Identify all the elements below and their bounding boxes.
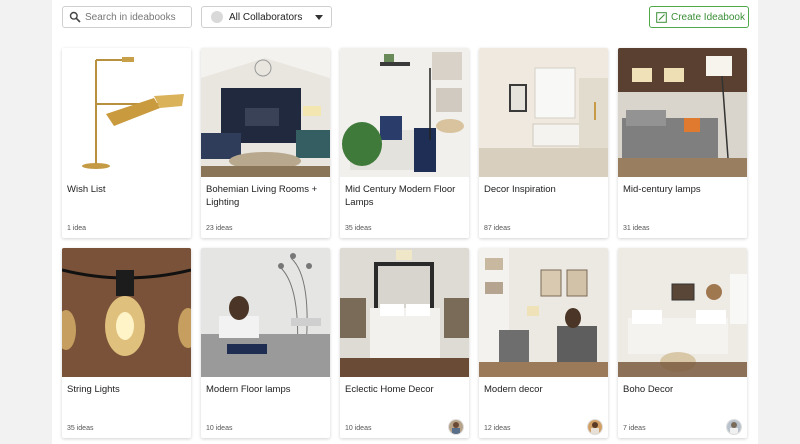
floor-lamp-photo xyxy=(62,48,191,177)
collaborator-avatar xyxy=(726,419,742,435)
ideabook-card[interactable]: Eclectic Home Decor 10 ideas xyxy=(340,248,469,438)
collaborator-avatar xyxy=(587,419,603,435)
modern-decor-photo xyxy=(479,248,608,377)
ideabook-card[interactable]: Mid Century Modern Floor Lamps 35 ideas xyxy=(340,48,469,238)
ideabook-card[interactable]: Modern decor 12 ideas xyxy=(479,248,608,438)
search-icon xyxy=(69,11,81,23)
collaborators-dropdown[interactable]: All Collaborators xyxy=(201,6,332,28)
ideabook-card[interactable]: String Lights 35 ideas xyxy=(62,248,191,438)
ideabook-thumbnail xyxy=(340,248,469,377)
search-input[interactable] xyxy=(85,9,189,25)
ideabook-title: Modern decor xyxy=(484,384,543,395)
ideabook-count: 87 ideas xyxy=(484,225,511,232)
ideabook-count: 31 ideas xyxy=(623,225,650,232)
ideabook-title: Mid-century lamps xyxy=(623,184,701,195)
ideabook-card[interactable]: Modern Floor lamps 10 ideas xyxy=(201,248,330,438)
ideabook-count: 35 ideas xyxy=(67,425,94,432)
ideabook-thumbnail xyxy=(201,248,330,377)
user-avatar-icon xyxy=(588,420,602,434)
ideabook-thumbnail xyxy=(201,48,330,177)
eclectic-bedroom-photo xyxy=(340,248,469,377)
boho-decor-photo xyxy=(618,248,747,377)
bathroom-decor-photo xyxy=(479,48,608,177)
ideabook-count: 35 ideas xyxy=(345,225,372,232)
search-box[interactable] xyxy=(62,6,192,28)
mid-century-lamps-photo xyxy=(618,48,747,177)
string-lights-photo xyxy=(62,248,191,377)
user-avatar-icon xyxy=(449,420,463,434)
ideabook-count: 12 ideas xyxy=(484,425,511,432)
ideabook-title: Eclectic Home Decor xyxy=(345,384,434,395)
ideabook-thumbnail xyxy=(618,248,747,377)
edit-icon xyxy=(656,12,667,23)
ideabook-thumbnail xyxy=(62,248,191,377)
mid-century-floor-lamp-photo xyxy=(340,48,469,177)
ideabook-count: 1 idea xyxy=(67,225,87,232)
create-ideabook-label: Create Ideabook xyxy=(671,12,745,23)
ideabook-count: 23 ideas xyxy=(206,225,233,232)
ideabook-thumbnail xyxy=(479,48,608,177)
toolbar: All Collaborators Create Ideabook xyxy=(52,6,758,30)
ideabook-count: 10 ideas xyxy=(345,425,372,432)
ideabook-count: 7 ideas xyxy=(623,425,646,432)
ideabook-title: String Lights xyxy=(67,384,120,395)
ideabook-card[interactable]: Boho Decor 7 ideas xyxy=(618,248,747,438)
ideabook-card[interactable]: Mid-century lamps 31 ideas xyxy=(618,48,747,238)
chevron-down-icon xyxy=(315,15,323,20)
ideabook-count: 10 ideas xyxy=(206,425,233,432)
ideabook-title: Bohemian Living Rooms + Lighting xyxy=(206,184,318,208)
collaborator-avatar xyxy=(448,419,464,435)
modern-floor-lamps-photo xyxy=(201,248,330,377)
ideabook-thumbnail xyxy=(340,48,469,177)
ideabook-title: Modern Floor lamps xyxy=(206,384,291,395)
ideabook-title: Boho Decor xyxy=(623,384,674,395)
collaborators-label: All Collaborators xyxy=(229,12,303,23)
ideabook-thumbnail xyxy=(62,48,191,177)
create-ideabook-button[interactable]: Create Ideabook xyxy=(649,6,749,28)
ideabook-card[interactable]: Bohemian Living Rooms + Lighting 23 idea… xyxy=(201,48,330,238)
user-avatar-icon xyxy=(727,420,741,434)
ideabook-title: Wish List xyxy=(67,184,106,195)
bohemian-living-room-photo xyxy=(201,48,330,177)
collaborator-avatar-icon xyxy=(211,11,223,23)
ideabook-card[interactable]: Decor Inspiration 87 ideas xyxy=(479,48,608,238)
ideabooks-page: All Collaborators Create Ideabook xyxy=(52,0,758,444)
ideabook-thumbnail xyxy=(479,248,608,377)
ideabook-title: Mid Century Modern Floor Lamps xyxy=(345,184,456,208)
ideabook-thumbnail xyxy=(618,48,747,177)
ideabook-title: Decor Inspiration xyxy=(484,184,556,195)
ideabook-card[interactable]: Wish List 1 idea xyxy=(62,48,191,238)
